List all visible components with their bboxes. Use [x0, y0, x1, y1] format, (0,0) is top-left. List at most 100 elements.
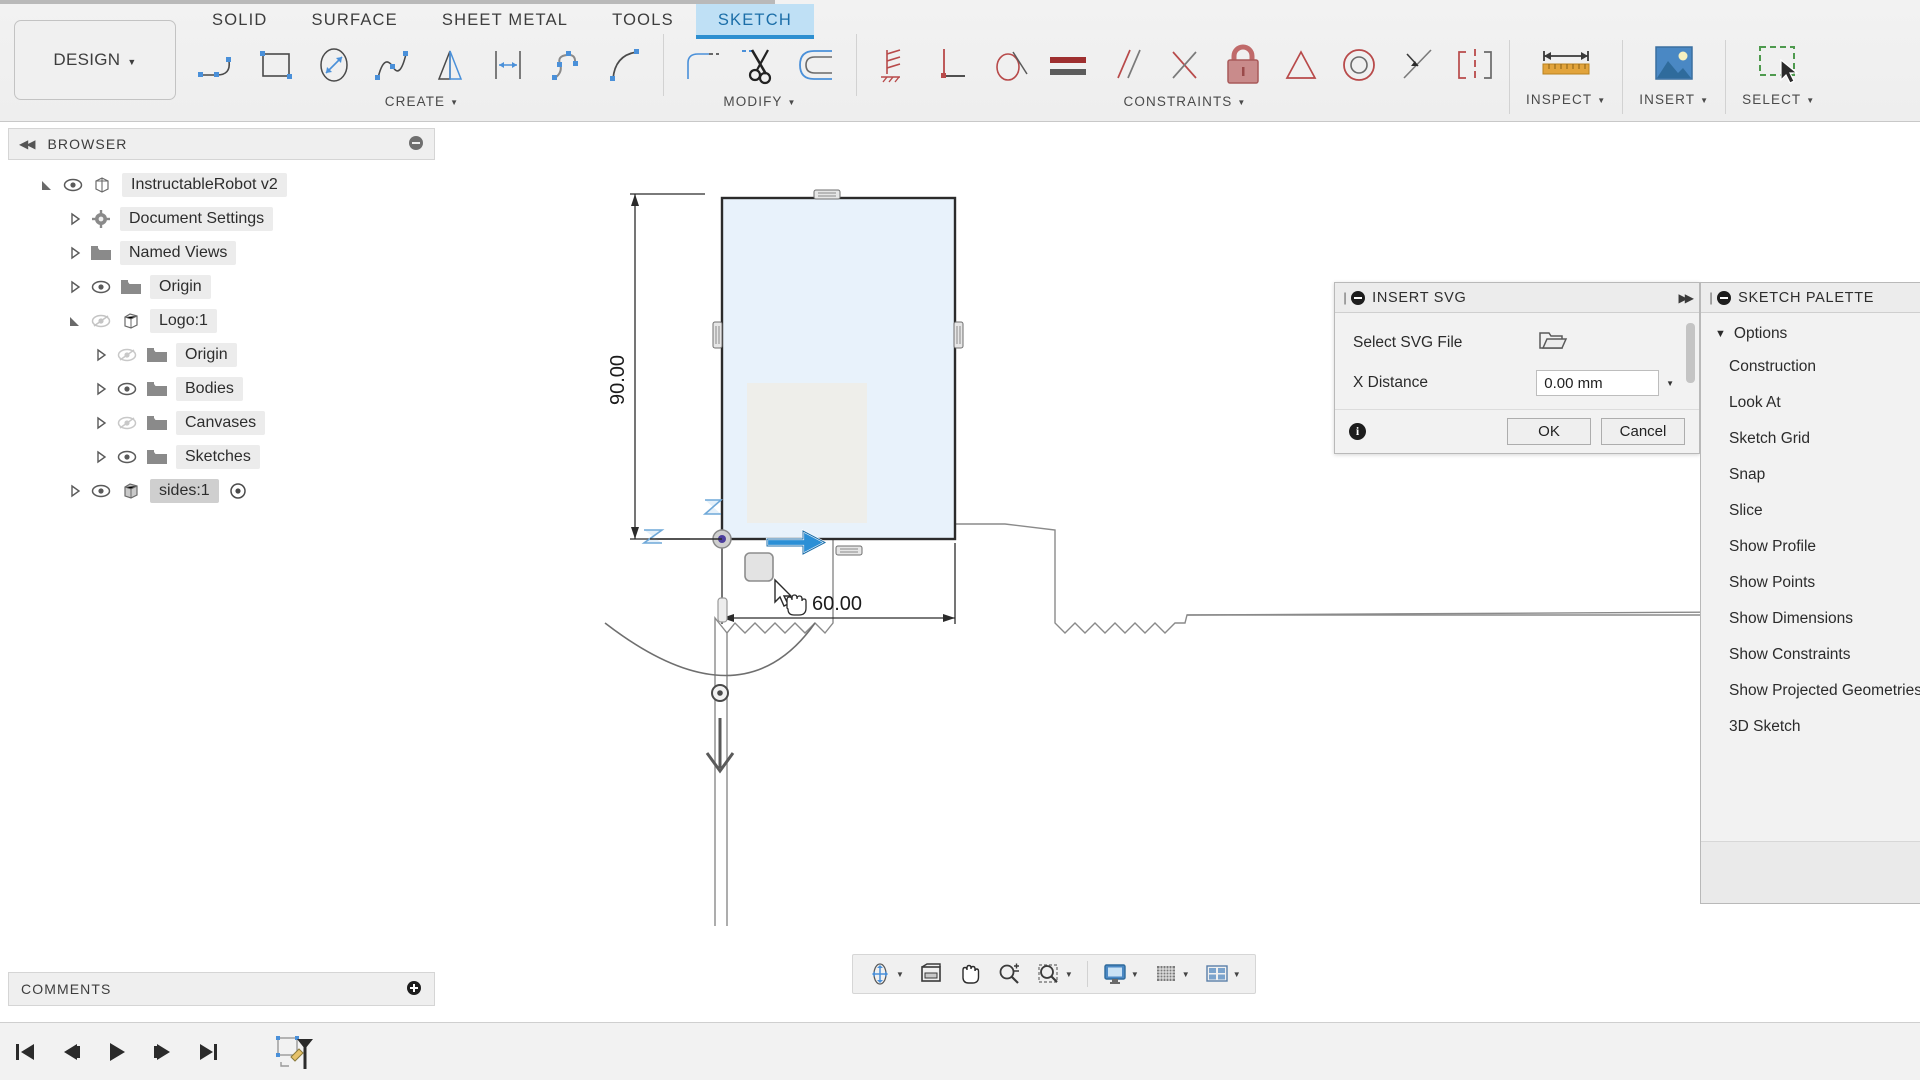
expander-collapsed-icon[interactable] [90, 416, 112, 430]
expander-collapsed-icon[interactable] [64, 484, 86, 498]
tree-node-origin-root[interactable]: Origin [8, 270, 435, 304]
expander-collapsed-icon[interactable] [90, 450, 112, 464]
palette-section-options[interactable]: ▼ Options [1701, 313, 1920, 349]
minus-circle-icon[interactable] [408, 135, 424, 154]
dimension-icon[interactable] [483, 37, 535, 93]
info-icon[interactable]: i [1349, 423, 1366, 440]
rectangle-icon[interactable] [251, 37, 303, 93]
ribbon-group-label-create[interactable]: CREATE ▼ [385, 94, 459, 109]
arc-icon[interactable] [599, 37, 651, 93]
fillet-icon[interactable] [676, 37, 728, 93]
collapse-left-icon[interactable]: ◀◀ [19, 137, 33, 151]
tab-sheet-metal[interactable]: SHEET METAL [420, 4, 590, 37]
expander-expanded-icon[interactable] [64, 314, 86, 328]
ok-button[interactable]: OK [1507, 418, 1591, 445]
palette-item-show-projected-geometries[interactable]: Show Projected Geometries [1701, 673, 1920, 709]
tree-node-instructablerobot[interactable]: InstructableRobot v2 [8, 168, 435, 202]
line-icon[interactable] [193, 37, 245, 93]
display-settings-icon[interactable]: ▼ [1096, 957, 1145, 991]
sketch-feature-marker[interactable] [272, 1031, 318, 1073]
eye-visible-icon[interactable] [112, 450, 142, 464]
symmetry-constraint-icon[interactable] [1449, 37, 1501, 93]
drag-grip-icon[interactable]: ||| [1709, 290, 1710, 305]
comments-panel-header[interactable]: COMMENTS [8, 972, 435, 1006]
chevron-down-icon[interactable]: ▼ [1659, 370, 1681, 396]
offset-icon[interactable] [792, 37, 844, 93]
coincident-constraint-icon[interactable] [1159, 37, 1211, 93]
sketch-palette[interactable]: ||| SKETCH PALETTE ▼ Options Constructio… [1700, 282, 1920, 904]
horizontal-vertical-constraint-icon[interactable] [869, 37, 921, 93]
eye-visible-icon[interactable] [86, 280, 116, 294]
palette-title-bar[interactable]: ||| SKETCH PALETTE [1701, 283, 1920, 313]
concentric-constraint-icon[interactable] [1333, 37, 1385, 93]
minus-circle-icon[interactable] [1717, 291, 1731, 305]
expander-collapsed-icon[interactable] [90, 348, 112, 362]
minus-circle-icon[interactable] [1351, 291, 1365, 305]
tab-solid[interactable]: SOLID [190, 4, 290, 37]
expander-expanded-icon[interactable] [36, 178, 58, 192]
tree-node-sides[interactable]: sides:1 [8, 474, 435, 508]
eye-visible-icon[interactable] [112, 382, 142, 396]
ribbon-group-label-modify[interactable]: MODIFY ▼ [723, 94, 796, 109]
folder-browse-icon[interactable] [1538, 329, 1568, 358]
pan-icon[interactable] [952, 957, 988, 991]
midpoint-constraint-icon[interactable] [1275, 37, 1327, 93]
palette-item-construction[interactable]: Construction [1701, 349, 1920, 385]
expand-right-icon[interactable]: ▶▶ [1679, 291, 1691, 305]
tab-tools[interactable]: TOOLS [590, 4, 696, 37]
equal-constraint-icon[interactable] [1043, 37, 1095, 93]
tangent-constraint-icon[interactable] [985, 37, 1037, 93]
spline-icon[interactable] [367, 37, 419, 93]
go-to-beginning-icon[interactable] [10, 1037, 40, 1067]
dialog-title-bar[interactable]: ||| INSERT SVG ▶▶ [1335, 283, 1699, 313]
tree-node-logo[interactable]: Logo:1 [8, 304, 435, 338]
go-to-end-icon[interactable] [194, 1037, 224, 1067]
fit-point-spline-icon[interactable] [541, 37, 593, 93]
palette-item-show-dimensions[interactable]: Show Dimensions [1701, 601, 1920, 637]
insert-svg-dialog[interactable]: ||| INSERT SVG ▶▶ Select SVG File X Dist… [1334, 282, 1700, 454]
ribbon-panel-select[interactable]: SELECT ▼ [1726, 34, 1831, 122]
eye-hidden-icon[interactable] [86, 314, 116, 328]
drag-grip-icon[interactable]: ||| [1343, 290, 1344, 305]
dialog-scrollbar[interactable] [1686, 323, 1695, 383]
look-at-icon[interactable] [912, 957, 950, 991]
target-point-icon[interactable] [225, 482, 251, 500]
viewports-icon[interactable]: ▼ [1198, 957, 1247, 991]
eye-hidden-icon[interactable] [112, 348, 142, 362]
tree-node-canvases[interactable]: Canvases [8, 406, 435, 440]
eye-visible-icon[interactable] [86, 484, 116, 498]
tab-surface[interactable]: SURFACE [290, 4, 420, 37]
tree-node-document-settings[interactable]: Document Settings [8, 202, 435, 236]
tab-sketch[interactable]: SKETCH [696, 4, 814, 37]
step-forward-icon[interactable] [148, 1037, 178, 1067]
play-icon[interactable] [102, 1037, 132, 1067]
ribbon-group-label-constraints[interactable]: CONSTRAINTS ▼ [1124, 94, 1247, 109]
circle-icon[interactable] [309, 37, 361, 93]
palette-item-show-points[interactable]: Show Points [1701, 565, 1920, 601]
zoom-window-icon[interactable]: ▼ [1030, 957, 1079, 991]
expander-collapsed-icon[interactable] [64, 280, 86, 294]
zoom-icon[interactable] [990, 957, 1028, 991]
eye-hidden-icon[interactable] [112, 416, 142, 430]
tree-node-sketches[interactable]: Sketches [8, 440, 435, 474]
tree-node-logo-origin[interactable]: Origin [8, 338, 435, 372]
palette-item-snap[interactable]: Snap [1701, 457, 1920, 493]
collinear-constraint-icon[interactable] [1391, 37, 1443, 93]
palette-item-3d-sketch[interactable]: 3D Sketch [1701, 709, 1920, 745]
orbit-icon[interactable]: ▼ [861, 957, 910, 991]
tree-node-named-views[interactable]: Named Views [8, 236, 435, 270]
expander-collapsed-icon[interactable] [64, 212, 86, 226]
fix-unfix-icon[interactable] [1217, 37, 1269, 93]
palette-item-look-at[interactable]: Look At [1701, 385, 1920, 421]
ribbon-panel-inspect[interactable]: INSPECT ▼ [1510, 34, 1622, 122]
navigation-toolbar[interactable]: ▼ [852, 954, 1256, 994]
cancel-button[interactable]: Cancel [1601, 418, 1685, 445]
eye-visible-icon[interactable] [58, 178, 88, 192]
workspace-switcher-button[interactable]: DESIGN ▼ [14, 20, 176, 100]
sketch-canvas[interactable]: 90.00 60.00 [435, 128, 1920, 1022]
palette-item-slice[interactable]: Slice [1701, 493, 1920, 529]
ribbon-panel-insert[interactable]: INSERT ▼ [1623, 34, 1725, 122]
grid-snaps-icon[interactable]: ▼ [1147, 957, 1196, 991]
palette-item-show-constraints[interactable]: Show Constraints [1701, 637, 1920, 673]
x-distance-input[interactable]: 0.00 mm [1536, 370, 1659, 396]
